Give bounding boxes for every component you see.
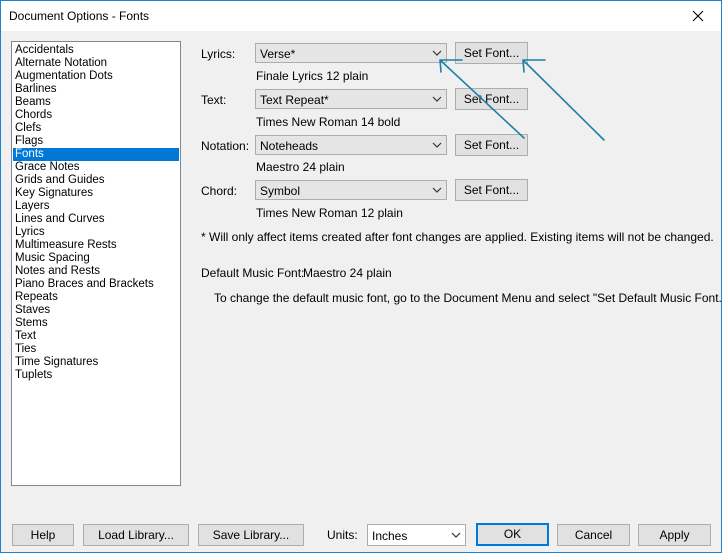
list-item[interactable]: Tuplets bbox=[13, 369, 179, 382]
chevron-down-icon bbox=[451, 532, 461, 538]
list-item[interactable]: Lyrics bbox=[13, 226, 179, 239]
list-item[interactable]: Key Signatures bbox=[13, 187, 179, 200]
save-library-button[interactable]: Save Library... bbox=[198, 524, 304, 546]
list-item[interactable]: Time Signatures bbox=[13, 356, 179, 369]
chevron-down-icon bbox=[432, 142, 442, 148]
list-item[interactable]: Stems bbox=[13, 317, 179, 330]
list-item[interactable]: Chords bbox=[13, 109, 179, 122]
apply-button[interactable]: Apply bbox=[638, 524, 711, 546]
list-item[interactable]: Barlines bbox=[13, 83, 179, 96]
close-icon bbox=[692, 10, 704, 22]
list-item[interactable]: Grace Notes bbox=[13, 161, 179, 174]
units-select-value: Inches bbox=[372, 529, 408, 543]
units-select[interactable]: Inches bbox=[367, 524, 466, 546]
list-item[interactable]: Multimeasure Rests bbox=[13, 239, 179, 252]
lyrics-set-font-button[interactable]: Set Font... bbox=[455, 42, 528, 64]
list-item[interactable]: Flags bbox=[13, 135, 179, 148]
text-label: Text: bbox=[201, 93, 227, 107]
default-music-font-label: Default Music Font: bbox=[201, 266, 305, 280]
lyrics-font-select[interactable]: Verse* bbox=[255, 43, 447, 63]
list-item[interactable]: Piano Braces and Brackets bbox=[13, 278, 179, 291]
notation-font-select-value: Noteheads bbox=[260, 139, 319, 153]
help-button[interactable]: Help bbox=[12, 524, 74, 546]
chevron-down-icon bbox=[432, 50, 442, 56]
list-item[interactable]: Notes and Rests bbox=[13, 265, 179, 278]
list-item[interactable]: Text bbox=[13, 330, 179, 343]
lyrics-font-description: Finale Lyrics 12 plain bbox=[256, 69, 369, 83]
list-item[interactable]: Clefs bbox=[13, 122, 179, 135]
lyrics-font-select-value: Verse* bbox=[260, 47, 296, 61]
cancel-button[interactable]: Cancel bbox=[557, 524, 630, 546]
list-item[interactable]: Accidentals bbox=[13, 44, 179, 57]
notation-label: Notation: bbox=[201, 139, 250, 153]
default-music-font-hint: To change the default music font, go to … bbox=[214, 291, 722, 305]
close-button[interactable] bbox=[675, 1, 721, 31]
chord-label: Chord: bbox=[201, 184, 238, 198]
text-font-select-value: Text Repeat* bbox=[260, 93, 329, 107]
document-options-window: Document Options - Fonts Accidentals Alte… bbox=[0, 0, 722, 553]
list-item[interactable]: Beams bbox=[13, 96, 179, 109]
list-item[interactable]: Lines and Curves bbox=[13, 213, 179, 226]
notation-font-select[interactable]: Noteheads bbox=[255, 135, 447, 155]
list-item[interactable]: Staves bbox=[13, 304, 179, 317]
default-music-font-value: Maestro 24 plain bbox=[303, 266, 392, 280]
chord-set-font-button[interactable]: Set Font... bbox=[455, 179, 528, 201]
list-item[interactable]: Music Spacing bbox=[13, 252, 179, 265]
list-item[interactable]: Fonts bbox=[13, 148, 179, 161]
list-item[interactable]: Alternate Notation bbox=[13, 57, 179, 70]
notation-font-description: Maestro 24 plain bbox=[256, 160, 345, 174]
list-item[interactable]: Ties bbox=[13, 343, 179, 356]
ok-button[interactable]: OK bbox=[476, 523, 549, 546]
text-set-font-button[interactable]: Set Font... bbox=[455, 88, 528, 110]
text-font-select[interactable]: Text Repeat* bbox=[255, 89, 447, 109]
notation-set-font-button[interactable]: Set Font... bbox=[455, 134, 528, 156]
list-item[interactable]: Augmentation Dots bbox=[13, 70, 179, 83]
load-library-button[interactable]: Load Library... bbox=[83, 524, 189, 546]
chord-font-select-value: Symbol bbox=[260, 184, 301, 198]
options-category-list[interactable]: Accidentals Alternate Notation Augmentatio… bbox=[11, 41, 181, 486]
lyrics-label: Lyrics: bbox=[201, 47, 236, 61]
chevron-down-icon bbox=[432, 96, 442, 102]
list-item[interactable]: Grids and Guides bbox=[13, 174, 179, 187]
text-font-description: Times New Roman 14 bold bbox=[256, 115, 401, 129]
chord-font-select[interactable]: Symbol bbox=[255, 180, 447, 200]
chord-font-description: Times New Roman 12 plain bbox=[256, 206, 403, 220]
title-bar: Document Options - Fonts bbox=[1, 1, 721, 31]
chevron-down-icon bbox=[432, 187, 442, 193]
units-label: Units: bbox=[327, 528, 358, 542]
list-item[interactable]: Layers bbox=[13, 200, 179, 213]
font-change-note: * Will only affect items created after f… bbox=[201, 230, 714, 244]
list-item[interactable]: Repeats bbox=[13, 291, 179, 304]
window-title: Document Options - Fonts bbox=[9, 9, 150, 23]
